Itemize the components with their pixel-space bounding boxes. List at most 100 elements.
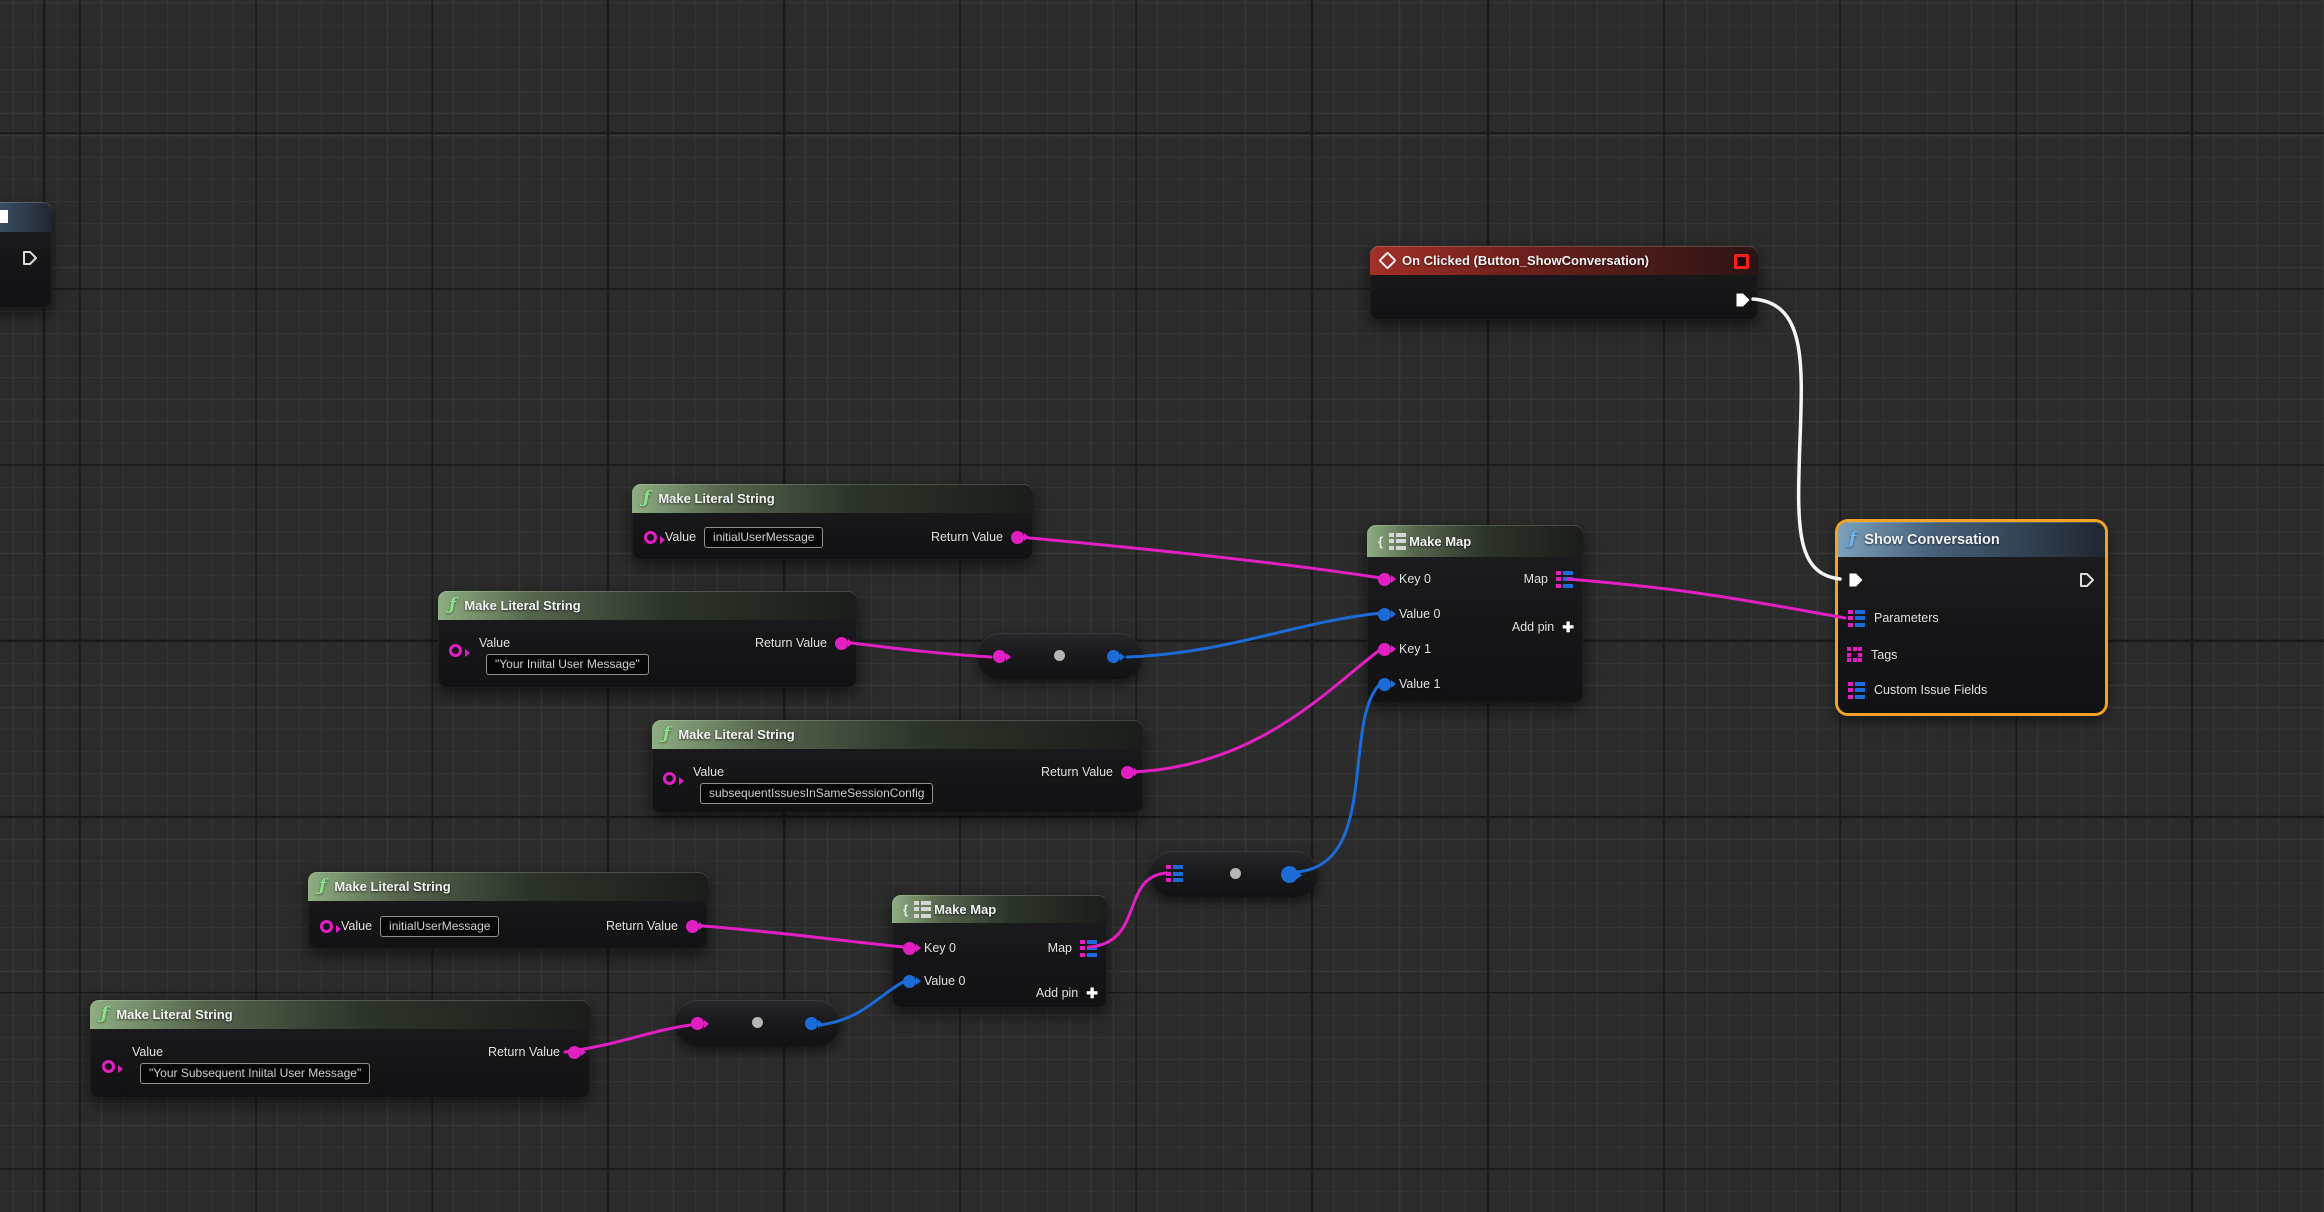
pin-label: Add pin: [1512, 620, 1554, 634]
node-title: Make Literal String: [464, 598, 580, 613]
node-header[interactable]: ƒ Make Literal String: [632, 484, 1033, 513]
function-icon: ƒ: [319, 878, 326, 895]
node-header[interactable]: ƒ Make Literal String: [308, 872, 708, 901]
value-input-pin[interactable]: [663, 772, 676, 785]
exec-in-pin[interactable]: [1848, 572, 1864, 588]
return-value-pin[interactable]: [686, 920, 699, 933]
value-text-field[interactable]: subsequentIssuesInSameSessionConfig: [700, 783, 933, 804]
pin-label: Return Value: [1041, 765, 1113, 779]
value-text-field[interactable]: initialUserMessage: [380, 916, 499, 937]
node-header[interactable]: On Clicked (Button_ShowConversation): [1370, 246, 1758, 275]
pin-label: Return Value: [931, 530, 1003, 544]
function-icon: ƒ: [449, 597, 456, 614]
delegate-pin[interactable]: [1734, 254, 1749, 269]
pin-label: Add pin: [1036, 986, 1078, 1000]
make-map-icon: [914, 901, 928, 918]
function-icon: ƒ: [101, 1006, 108, 1023]
node-make-map-2[interactable]: { Make Map Key 0 Value 0 Map Add pin ✚: [892, 895, 1107, 1008]
key0-pin[interactable]: [1378, 573, 1391, 586]
function-icon: ƒ: [663, 726, 670, 743]
node-title: Make Literal String: [116, 1007, 232, 1022]
wire-string[interactable]: [843, 642, 991, 657]
value-text-field[interactable]: "Your Iniital User Message": [486, 654, 649, 675]
exec-out-pin[interactable]: [2079, 572, 2095, 588]
wire-string[interactable]: [690, 925, 905, 947]
value-input-pin[interactable]: [102, 1060, 115, 1073]
node-title: Make Map: [1409, 534, 1471, 549]
node-header[interactable]: { Make Map: [892, 895, 1107, 923]
exec-out-pin[interactable]: [1735, 292, 1751, 308]
wire-string[interactable]: [1133, 649, 1381, 772]
tags-pin[interactable]: [1847, 647, 1863, 663]
pin-label: Value: [665, 530, 696, 544]
pin-label: Value 0: [924, 974, 965, 988]
pin-label: Value: [341, 919, 372, 933]
value-input-pin[interactable]: [320, 920, 333, 933]
value-out-pin[interactable]: [805, 1017, 818, 1030]
string-in-pin[interactable]: [993, 650, 1006, 663]
pin-label: Custom Issue Fields: [1874, 683, 1987, 697]
node-header[interactable]: ƒ Make Literal String: [438, 591, 857, 620]
parameters-map-pin[interactable]: [1848, 610, 1866, 627]
wire-value[interactable]: [1296, 684, 1380, 872]
conversion-node-map-3[interactable]: [1150, 851, 1318, 897]
node-header[interactable]: ƒ Show Conversation: [1838, 522, 2105, 557]
exec-out-pin[interactable]: [22, 250, 38, 266]
value-text-field[interactable]: initialUserMessage: [704, 527, 823, 548]
node-show-conversation[interactable]: ƒ Show Conversation Parameters Tags Cust…: [1838, 522, 2105, 713]
node-on-clicked[interactable]: On Clicked (Button_ShowConversation): [1370, 246, 1758, 320]
node-make-literal-string-5[interactable]: ƒ Make Literal String Value "Your Subseq…: [90, 1000, 590, 1098]
key1-pin[interactable]: [1378, 643, 1391, 656]
node-make-literal-string-3[interactable]: ƒ Make Literal String Value subsequentIs…: [652, 720, 1143, 813]
map-output-pin[interactable]: [1080, 940, 1098, 957]
node-header[interactable]: { Make Map: [1367, 525, 1583, 557]
value0-pin[interactable]: [1378, 608, 1391, 621]
wire-map[interactable]: [1568, 579, 1845, 618]
return-value-pin[interactable]: [835, 637, 848, 650]
wire-string[interactable]: [1019, 537, 1381, 578]
reroute-dot: [1230, 868, 1241, 879]
key0-pin[interactable]: [903, 942, 916, 955]
node-header[interactable]: ƒ Make Literal String: [90, 1000, 590, 1029]
value-out-pin[interactable]: [1107, 650, 1120, 663]
value-out-pin[interactable]: [1281, 866, 1298, 883]
node-make-literal-string-1[interactable]: ƒ Make Literal String Value initialUserM…: [632, 484, 1033, 560]
node-title: Show Conversation: [1864, 532, 1999, 548]
add-pin-button[interactable]: ✚: [1562, 619, 1574, 636]
map-output-pin[interactable]: [1556, 571, 1574, 588]
node-make-literal-string-4[interactable]: ƒ Make Literal String Value initialUserM…: [308, 872, 708, 949]
custom-issue-fields-pin[interactable]: [1848, 682, 1866, 699]
value-input-pin[interactable]: [449, 644, 462, 657]
value1-pin[interactable]: [1378, 678, 1391, 691]
node-header[interactable]: ƒ Make Literal String: [652, 720, 1143, 749]
wire-value[interactable]: [1127, 613, 1381, 657]
make-map-icon: [1389, 533, 1403, 550]
function-icon: ƒ: [643, 490, 650, 507]
pin-label: Map: [1524, 572, 1548, 586]
wire-exec[interactable]: [1753, 299, 1840, 579]
node-make-map-1[interactable]: { Make Map Key 0 Value 0 Key 1 Value 1 M…: [1367, 525, 1583, 703]
value-text-field[interactable]: "Your Subsequent Iniital User Message": [140, 1063, 370, 1084]
node-title: Make Literal String: [678, 727, 794, 742]
pin-label: Value 1: [1399, 677, 1440, 691]
pin-label: Key 0: [924, 941, 956, 955]
value0-pin[interactable]: [903, 975, 916, 988]
pin-label: Value: [693, 765, 724, 779]
add-pin-button[interactable]: ✚: [1086, 985, 1098, 1002]
return-value-pin[interactable]: [568, 1046, 581, 1059]
conversion-node-string-2[interactable]: [675, 1000, 840, 1046]
return-value-pin[interactable]: [1011, 531, 1024, 544]
node-make-literal-string-2[interactable]: ƒ Make Literal String Value "Your Iniita…: [438, 591, 857, 688]
pin-label: Return Value: [755, 636, 827, 650]
make-map-icon: {: [903, 902, 908, 917]
map-in-pin[interactable]: [1166, 865, 1184, 882]
string-in-pin[interactable]: [691, 1017, 704, 1030]
blueprint-graph[interactable]: On Clicked (Button_ShowConversation) ƒ M…: [0, 0, 2324, 1212]
node-partial-left[interactable]: [0, 202, 52, 308]
value-input-pin[interactable]: [644, 531, 657, 544]
node-header[interactable]: [0, 202, 52, 232]
event-icon: [1378, 251, 1396, 269]
return-value-pin[interactable]: [1121, 766, 1134, 779]
conversion-node-string-1[interactable]: [977, 633, 1142, 679]
pin-label: Value: [479, 636, 510, 650]
